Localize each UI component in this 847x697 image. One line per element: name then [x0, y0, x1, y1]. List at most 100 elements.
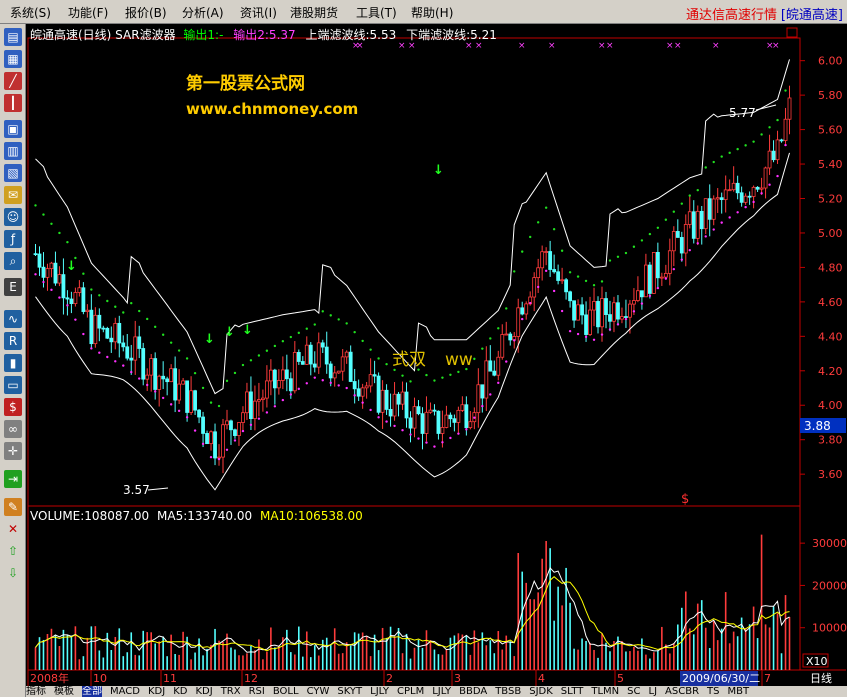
sar-dot-lower: [313, 376, 316, 379]
candle-body: [735, 182, 740, 194]
sar-dot-lower: [688, 248, 691, 252]
candle-body: [324, 346, 329, 365]
candle-body: [133, 336, 138, 361]
sar-dot-upper: [345, 322, 348, 325]
sar-dot-lower: [98, 351, 101, 354]
candle-body: [149, 358, 154, 376]
candle-body: [440, 427, 445, 434]
candle-body: [264, 380, 269, 399]
candle-body: [496, 356, 501, 376]
indicator-tab[interactable]: MACD: [110, 686, 140, 697]
sar-dot-lower: [712, 228, 715, 231]
signal-marker: ×: [772, 41, 780, 51]
candle-body: [93, 314, 98, 345]
indicator-tab[interactable]: LJ: [649, 686, 658, 697]
sar-dot-upper: [489, 337, 492, 340]
candle-body: [444, 414, 449, 428]
price-chart[interactable]: 3.60 3.80 4.00 4.20 4.40 4.60 4.80 5.00 5.20 5.40…: [0, 0, 847, 697]
indicator-tab[interactable]: CYW: [307, 686, 330, 697]
candle-body: [320, 342, 325, 348]
indicator-tab[interactable]: RSI: [249, 686, 265, 697]
candle-body: [312, 363, 317, 368]
indicator-tab[interactable]: CPLM: [397, 686, 424, 697]
sar-dot-upper: [544, 206, 548, 209]
candle-body: [480, 384, 485, 399]
candle-body: [241, 412, 245, 423]
candle-body: [456, 409, 461, 423]
indicator-tab[interactable]: SJDK: [529, 686, 553, 697]
indicator-tab[interactable]: TLMN: [591, 686, 619, 697]
sar-dot-upper: [584, 279, 588, 283]
sar-dot-upper: [361, 339, 364, 343]
sar-dot-upper: [728, 151, 731, 155]
indicator-tab[interactable]: BOLL: [273, 686, 299, 697]
candle-body: [600, 298, 604, 328]
sar-dot-lower: [82, 332, 85, 336]
sar-dot-lower: [201, 442, 205, 446]
candle-body: [476, 384, 481, 414]
indicator-tab[interactable]: KDJ: [148, 686, 165, 697]
indicator-tab[interactable]: SLTT: [561, 686, 584, 697]
date-tick-label: 4: [538, 672, 545, 685]
candle-body: [612, 302, 616, 322]
candle-body: [356, 388, 361, 397]
sar-dot-lower: [225, 448, 229, 451]
indicator-tab[interactable]: TRX: [221, 686, 241, 697]
sar-dot-lower: [521, 317, 524, 321]
signal-arrow: ↓: [433, 163, 444, 178]
indicator-tab[interactable]: MBT: [728, 686, 750, 697]
period-label[interactable]: 日线: [810, 671, 832, 685]
indicator-tab[interactable]: TBSB: [495, 686, 521, 697]
candle-body: [288, 378, 293, 392]
indicator-tab[interactable]: ASCBR: [665, 686, 699, 697]
upper-band-line: [35, 59, 790, 395]
indicator-tab[interactable]: KDJ: [195, 686, 212, 697]
candle-body: [464, 404, 469, 429]
indicator-tab[interactable]: BBDA: [459, 686, 487, 697]
date-tick-label: 2008年: [30, 671, 69, 685]
indicator-tab[interactable]: 模板: [54, 686, 74, 697]
indicator-title: 皖通高速(日线) SAR滤波器: [30, 28, 176, 42]
signal-marker: ×: [606, 41, 614, 51]
candle-body: [544, 251, 549, 253]
signal-arrow: ↓: [242, 323, 253, 338]
price-tick-label: 4.80: [818, 261, 843, 274]
indicator-tab[interactable]: 指标: [26, 686, 46, 697]
indicator-tab[interactable]: LJLY: [432, 686, 451, 697]
sar-dot-lower: [345, 386, 348, 390]
sar-dot-upper: [369, 348, 372, 351]
indicator-tab[interactable]: TS: [707, 686, 719, 697]
sar-dot-lower: [281, 398, 285, 402]
indicator-tab[interactable]: 全部: [82, 686, 102, 697]
indicator-tab[interactable]: SKYT: [337, 686, 362, 697]
sar-dot-lower: [720, 221, 723, 224]
sar-dot-lower: [736, 211, 739, 214]
sar-dot-lower: [90, 347, 93, 350]
candle-body: [783, 118, 788, 141]
date-tick-label: 5: [617, 672, 624, 685]
sar-dot-upper: [297, 331, 301, 335]
candle-body: [520, 307, 525, 315]
sar-dot-lower: [385, 420, 388, 423]
indicator-tab[interactable]: KD: [173, 686, 187, 697]
sar-dot-upper: [720, 155, 723, 158]
volume-tick-label: 20000: [812, 579, 847, 592]
candle-body: [687, 211, 692, 225]
candle-body: [364, 385, 369, 389]
sar-dot-upper: [568, 271, 572, 274]
indicator-tab[interactable]: SC: [627, 686, 640, 697]
sar-dot-lower: [568, 329, 572, 333]
candle-body: [675, 231, 680, 238]
sar-dot-upper: [257, 354, 261, 357]
candle-body: [540, 251, 545, 269]
candle-body: [532, 277, 537, 298]
date-tick-label: 11: [163, 672, 177, 685]
sar-dot-upper: [656, 226, 660, 229]
candle-body: [787, 97, 792, 120]
indicator-tab[interactable]: LJLY: [370, 686, 389, 697]
sar-dot-lower: [401, 429, 404, 432]
candle-body: [572, 300, 576, 321]
candle-body: [763, 167, 768, 189]
sar-dot-upper: [34, 204, 37, 207]
candle-body: [755, 186, 760, 190]
